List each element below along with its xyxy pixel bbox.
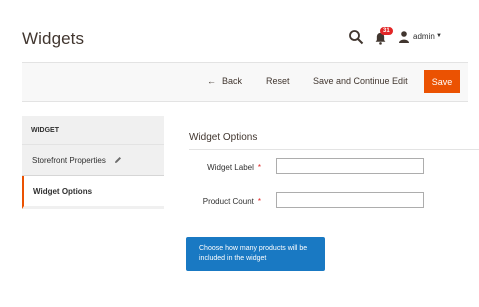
user-menu[interactable]: admin ▼ bbox=[399, 30, 461, 46]
product-count-tooltip: Choose how many products will be include… bbox=[186, 237, 325, 271]
sidebar-item-label: Storefront Properties bbox=[32, 155, 106, 165]
page-actions-toolbar: ← Back Reset Save and Continue Edit Save bbox=[22, 62, 468, 102]
sidebar-title: WIDGET bbox=[22, 116, 164, 145]
chevron-down-icon: ▼ bbox=[436, 33, 442, 39]
sidebar-item-label: Widget Options bbox=[33, 186, 93, 196]
section-divider bbox=[189, 149, 479, 150]
back-button[interactable]: ← Back bbox=[207, 76, 242, 86]
required-mark: * bbox=[257, 197, 261, 206]
arrow-left-icon: ← bbox=[207, 76, 216, 86]
user-name: admin bbox=[413, 32, 435, 41]
product-count-input[interactable] bbox=[276, 192, 424, 208]
notification-count-badge: 31 bbox=[380, 27, 393, 35]
product-count-field-label: Product Count * bbox=[189, 197, 261, 206]
field-label-text: Widget Label bbox=[207, 163, 254, 172]
notifications-button[interactable]: 31 bbox=[374, 27, 393, 46]
page-title: Widgets bbox=[22, 29, 85, 48]
back-button-label: Back bbox=[222, 76, 243, 86]
save-and-continue-button[interactable]: Save and Continue Edit bbox=[313, 76, 408, 86]
widget-label-field-label: Widget Label * bbox=[189, 163, 261, 172]
sidebar-item-storefront-properties[interactable]: Storefront Properties bbox=[22, 145, 164, 176]
save-button[interactable]: Save bbox=[424, 70, 460, 93]
field-label-text: Product Count bbox=[202, 197, 254, 206]
widget-label-input[interactable] bbox=[276, 158, 424, 174]
section-title: Widget Options bbox=[189, 132, 258, 143]
required-mark: * bbox=[257, 163, 261, 172]
reset-button[interactable]: Reset bbox=[266, 76, 290, 86]
sidebar: WIDGET Storefront Properties Widget Opti… bbox=[22, 116, 164, 209]
search-icon[interactable] bbox=[348, 29, 364, 45]
user-icon bbox=[399, 31, 409, 43]
pencil-icon bbox=[114, 157, 121, 163]
sidebar-item-widget-options[interactable]: Widget Options bbox=[22, 176, 164, 209]
